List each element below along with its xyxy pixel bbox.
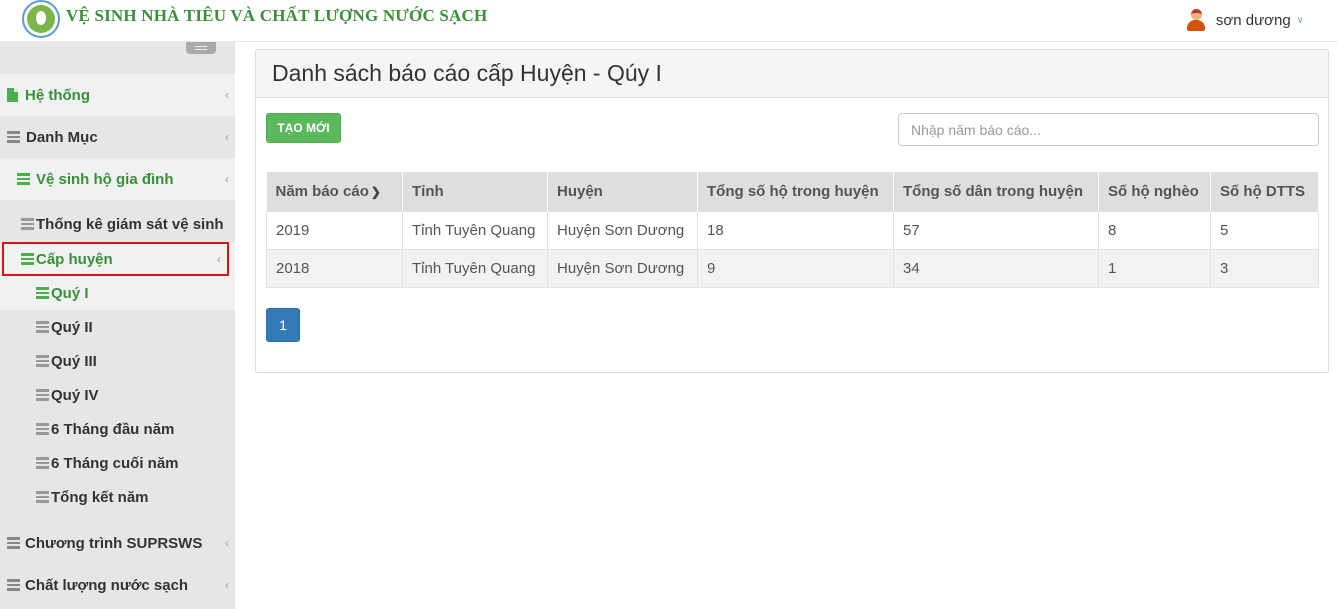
table-cell: Huyện Sơn Dương: [547, 248, 698, 288]
table-header-row: Năm báo cáo ❯ Tỉnh Huyện Tổng số hộ trong…: [266, 172, 1319, 211]
column-header-nam-bao-cao[interactable]: Năm báo cáo ❯: [266, 172, 403, 211]
column-header-huyen[interactable]: Huyện: [547, 172, 698, 211]
table-cell: 9: [697, 248, 894, 288]
column-header-so-ho-dtts[interactable]: Số hộ DTTS: [1210, 172, 1319, 211]
sidebar-item-label: Danh Mục: [26, 128, 98, 146]
table-cell: 1: [1098, 248, 1211, 288]
sort-down-icon[interactable]: ❯: [371, 185, 381, 199]
table-cell: 2018: [266, 248, 403, 288]
sidebar-item-label: Quý I: [51, 284, 89, 302]
sidebar-item-label: Quý III: [51, 352, 97, 370]
list-icon: [36, 389, 49, 401]
pagination-page-1[interactable]: 1: [266, 308, 300, 342]
list-icon: [36, 355, 49, 367]
user-avatar-icon: [1186, 9, 1206, 31]
sidebar-item-quy-2[interactable]: Quý II: [0, 310, 235, 344]
sidebar-item-label: Chất lượng nước sạch: [25, 576, 189, 594]
column-header-tong-so-dan[interactable]: Tổng số dân trong huyện: [893, 172, 1099, 211]
table-cell: 18: [697, 210, 894, 250]
sidebar-item-danh-muc[interactable]: Danh Mục ‹: [0, 116, 235, 158]
chevron-left-icon: ‹: [225, 88, 229, 102]
column-header-so-ho-ngheo[interactable]: Số hộ nghèo: [1098, 172, 1211, 211]
sidebar-item-he-thong[interactable]: Hệ thống ‹: [0, 74, 235, 116]
sidebar-item-label: Hệ thống: [25, 86, 90, 104]
sidebar-item-tong-ket-nam[interactable]: Tổng kết năm: [0, 480, 235, 514]
app-logo[interactable]: [22, 0, 60, 38]
table-cell: 34: [893, 248, 1099, 288]
list-icon: [7, 579, 20, 591]
sidebar-toggle-button[interactable]: [186, 42, 216, 54]
sidebar-item-6-thang-cuoi-nam[interactable]: 6 Tháng cuối năm: [0, 446, 235, 480]
year-search-input[interactable]: [898, 113, 1319, 146]
sidebar-item-6-thang-dau-nam[interactable]: 6 Tháng đầu năm: [0, 412, 235, 446]
app-title: VỆ SINH NHÀ TIÊU VÀ CHẤT LƯỢNG NƯỚC SẠCH: [66, 6, 488, 25]
table-row[interactable]: 2019 Tỉnh Tuyên Quang Huyện Sơn Dương 18…: [266, 210, 1319, 250]
report-panel: Danh sách báo cáo cấp Huyện - Qúy I TẠO …: [255, 49, 1329, 373]
sidebar-item-quy-3[interactable]: Quý III: [0, 344, 235, 378]
list-icon: [36, 491, 49, 503]
top-bar: VỆ SINH NHÀ TIÊU VÀ CHẤT LƯỢNG NƯỚC SẠCH…: [0, 0, 1338, 42]
list-icon: [36, 321, 49, 333]
chevron-left-icon: ‹: [225, 536, 229, 550]
sidebar-item-label: 6 Tháng cuối năm: [51, 454, 179, 472]
sidebar-item-label: Tổng kết năm: [51, 488, 149, 506]
list-icon: [36, 423, 49, 435]
sidebar-item-label: Chương trình SUPRSWS: [25, 534, 203, 552]
user-menu[interactable]: sơn dương ∨: [1186, 9, 1304, 31]
table-cell: Tỉnh Tuyên Quang: [402, 210, 548, 250]
sidebar-item-label: Vệ sinh hộ gia đình: [36, 170, 174, 188]
sidebar-item-label: Quý IV: [51, 386, 99, 404]
sidebar: Hệ thống ‹ Danh Mục ‹ Vệ sinh hộ gia đìn…: [0, 42, 235, 609]
table-row[interactable]: 2018 Tỉnh Tuyên Quang Huyện Sơn Dương 9 …: [266, 248, 1319, 288]
list-icon: [36, 287, 49, 299]
list-icon: [36, 457, 49, 469]
chevron-left-icon: ‹: [225, 578, 229, 592]
chevron-left-icon: ‹: [225, 172, 229, 186]
table-cell: 3: [1210, 248, 1319, 288]
list-icon: [7, 537, 20, 549]
chevron-left-icon: ‹: [225, 130, 229, 144]
table-cell: 2019: [266, 210, 403, 250]
sidebar-item-quy-1[interactable]: Quý I: [0, 276, 235, 310]
report-table: Năm báo cáo ❯ Tỉnh Huyện Tổng số hộ trong…: [266, 172, 1319, 288]
table-cell: 57: [893, 210, 1099, 250]
list-icon: [17, 173, 30, 185]
column-header-tong-so-ho[interactable]: Tổng số hộ trong huyện: [697, 172, 894, 211]
sidebar-item-chuong-trinh-suprsws[interactable]: Chương trình SUPRSWS ‹: [0, 522, 235, 564]
column-header-tinh[interactable]: Tỉnh: [402, 172, 548, 211]
table-cell: Huyện Sơn Dương: [547, 210, 698, 250]
sidebar-item-label: Thống kê giám sát vệ sinh: [36, 215, 224, 233]
page-title: Danh sách báo cáo cấp Huyện - Qúy I: [256, 50, 1328, 98]
table-cell: 8: [1098, 210, 1211, 250]
list-icon: [7, 131, 20, 143]
table-cell: 5: [1210, 210, 1319, 250]
user-name: sơn dương: [1215, 11, 1291, 29]
file-icon: [7, 88, 18, 102]
sidebar-item-quy-4[interactable]: Quý IV: [0, 378, 235, 412]
sidebar-item-ve-sinh-ho-gia-dinh[interactable]: Vệ sinh hộ gia đình ‹: [0, 158, 235, 200]
create-new-button[interactable]: TẠO MỚI: [266, 113, 341, 143]
table-cell: Tỉnh Tuyên Quang: [402, 248, 548, 288]
sidebar-item-thong-ke-giam-sat[interactable]: Thống kê giám sát vệ sinh: [0, 207, 235, 241]
sidebar-item-chat-luong-nuoc-sach[interactable]: Chất lượng nước sạch ‹: [0, 564, 235, 606]
list-icon: [21, 218, 34, 230]
chevron-down-icon: ∨: [1296, 14, 1304, 26]
highlight-box: [2, 242, 229, 276]
sidebar-item-label: 6 Tháng đầu năm: [51, 420, 175, 438]
sidebar-item-label: Quý II: [51, 318, 93, 336]
